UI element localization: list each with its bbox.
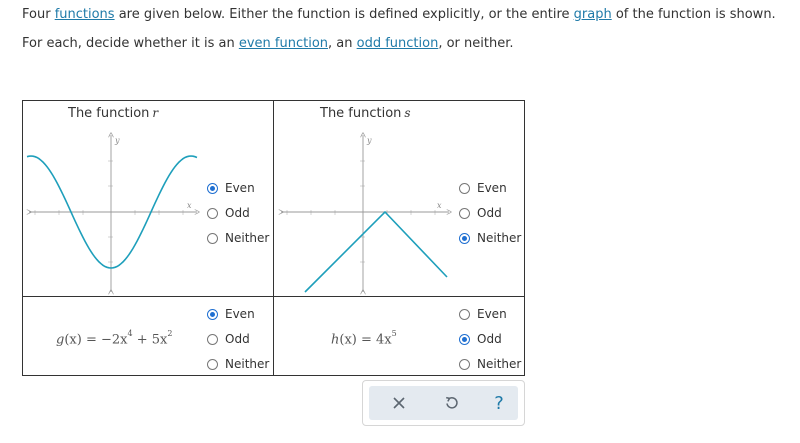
even-function-link[interactable]: even function (239, 36, 328, 51)
instruction-text: Four (22, 7, 55, 22)
functions-table: The function r y x Even Odd Neither The fun… (22, 100, 525, 376)
exponent: 5 (391, 329, 397, 338)
help-icon: ? (494, 392, 504, 414)
x-icon (393, 397, 405, 409)
option-label: Neither (225, 231, 270, 245)
radio-button[interactable] (459, 333, 470, 345)
instruction-text: of the function is shown. (611, 7, 776, 22)
radio-button[interactable] (459, 308, 470, 320)
functions-link[interactable]: functions (55, 7, 115, 22)
radio-button[interactable] (207, 232, 218, 244)
formula-term: = 4x (356, 332, 392, 348)
exponent: 2 (167, 329, 173, 338)
option-even-r[interactable]: Even (207, 181, 255, 195)
option-even-g[interactable]: Even (207, 307, 255, 321)
ticks (286, 160, 436, 263)
function-name: s (404, 106, 411, 120)
function-s-title: The function s (320, 106, 411, 121)
instructions-line-1: Four functions are given below. Either t… (22, 7, 776, 22)
odd-function-link[interactable]: odd function (357, 36, 439, 51)
option-label: Even (225, 181, 255, 195)
instruction-text: For each, decide whether it is an (22, 36, 239, 51)
instruction-text: , an (328, 36, 357, 51)
y-axis-label: y (114, 136, 120, 145)
title-text: The function (68, 106, 150, 121)
radio-button[interactable] (207, 333, 218, 345)
radio-button[interactable] (207, 182, 218, 194)
x-axis-label: x (437, 201, 442, 210)
option-odd-g[interactable]: Odd (207, 332, 250, 346)
option-label: Even (225, 307, 255, 321)
toolbar-panel: ? (369, 386, 518, 420)
option-neither-g[interactable]: Neither (207, 357, 269, 371)
option-label: Odd (225, 332, 250, 346)
option-odd-r[interactable]: Odd (207, 206, 250, 220)
row-divider (23, 296, 524, 297)
formula-term: = −2x (81, 332, 128, 348)
radio-button[interactable] (207, 207, 218, 219)
option-label: Neither (477, 231, 522, 245)
clear-button[interactable] (387, 391, 411, 415)
x-axis-label: x (187, 201, 192, 210)
function-name: r (152, 106, 159, 120)
formula-g: g(x) = −2x4 + 5x2 (56, 329, 173, 348)
radio-button[interactable] (207, 358, 218, 370)
radio-button[interactable] (459, 182, 470, 194)
formula-h: h(x) = 4x5 (331, 329, 397, 348)
radio-button[interactable] (207, 308, 218, 320)
option-label: Odd (477, 332, 502, 346)
formula-arg: (x) (339, 332, 357, 348)
graph-link[interactable]: graph (574, 7, 612, 22)
y-axis-label: y (366, 136, 372, 145)
formula-term: + 5x (132, 332, 168, 348)
option-odd-h[interactable]: Odd (459, 332, 502, 346)
option-label: Neither (477, 357, 522, 371)
exponent: 4 (127, 329, 133, 338)
instructions-line-2: For each, decide whether it is an even f… (22, 36, 514, 51)
function-r-title: The function r (68, 106, 158, 121)
instruction-text: , or neither. (438, 36, 514, 51)
curve-s (304, 210, 448, 293)
title-text: The function (320, 106, 402, 121)
undo-icon (446, 396, 458, 409)
option-neither-s[interactable]: Neither (459, 231, 521, 245)
option-even-h[interactable]: Even (459, 307, 507, 321)
option-label: Odd (225, 206, 250, 220)
formula-arg: (x) (64, 332, 82, 348)
option-label: Odd (477, 206, 502, 220)
radio-button[interactable] (459, 207, 470, 219)
option-neither-h[interactable]: Neither (459, 357, 521, 371)
column-divider (273, 101, 274, 375)
option-even-s[interactable]: Even (459, 181, 507, 195)
option-odd-s[interactable]: Odd (459, 206, 502, 220)
radio-button[interactable] (459, 358, 470, 370)
radio-button[interactable] (459, 232, 470, 244)
option-label: Even (477, 181, 507, 195)
instruction-text: are given below. Either the function is … (114, 7, 574, 22)
answer-toolbar: ? (362, 380, 525, 426)
help-button[interactable]: ? (487, 391, 511, 415)
graph-s: y x (277, 131, 453, 296)
option-label: Even (477, 307, 507, 321)
option-neither-r[interactable]: Neither (207, 231, 269, 245)
option-label: Neither (225, 357, 270, 371)
graph-r: y x (25, 131, 201, 296)
ticks (34, 160, 184, 263)
undo-button[interactable] (440, 391, 464, 415)
